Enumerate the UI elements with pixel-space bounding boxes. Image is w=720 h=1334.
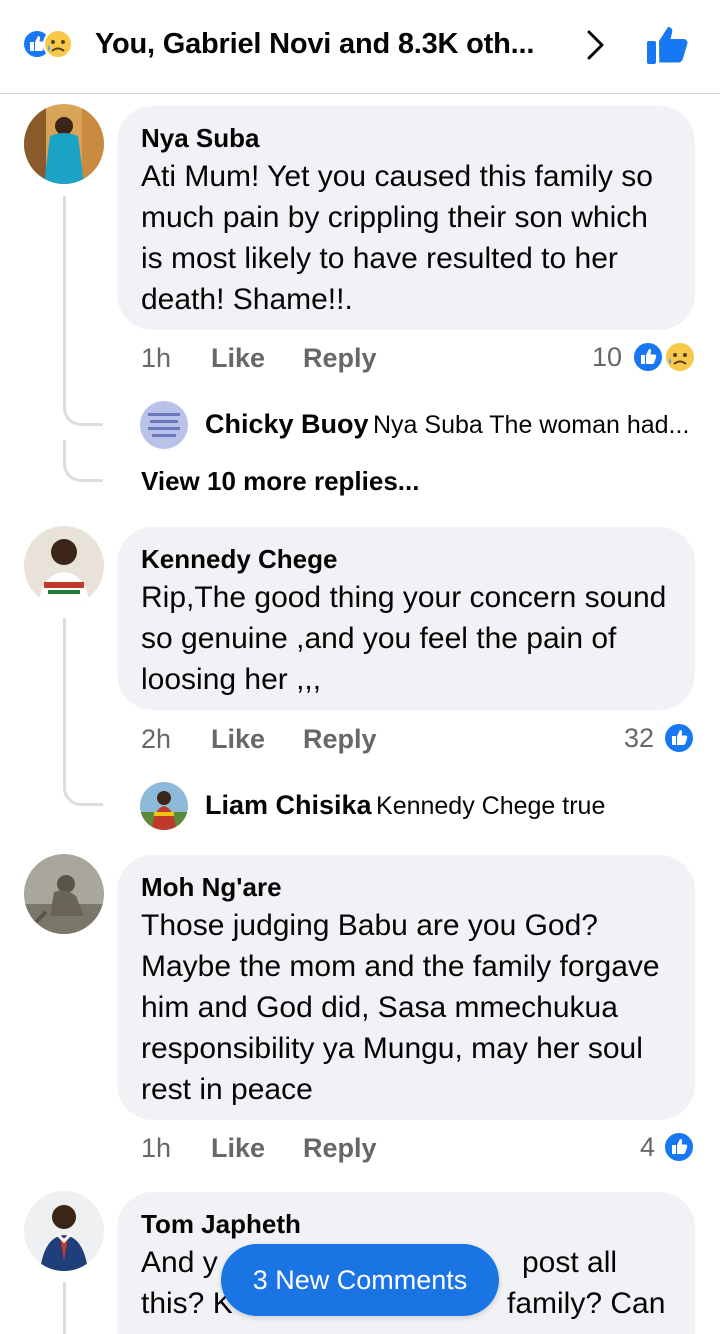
like-link[interactable]: Like: [211, 724, 265, 755]
comment-reactions[interactable]: [662, 721, 696, 755]
reaction-count[interactable]: 32: [624, 723, 654, 754]
reply-text: Nya Suba The woman had...: [373, 411, 690, 439]
comment-bubble[interactable]: Nya Suba Ati Mum! Yet you caused this fa…: [117, 106, 695, 330]
comment-time: 1h: [141, 1133, 172, 1163]
like-icon: [663, 1131, 695, 1163]
reply-link[interactable]: Reply: [303, 343, 377, 374]
reactions-header[interactable]: You, Gabriel Novi and 8.3K oth...: [0, 0, 720, 94]
comment-time: 1h: [141, 343, 172, 373]
thread-connector: [63, 440, 103, 482]
like-button-icon[interactable]: [645, 24, 691, 66]
comment-text: Those judging Babu are you God? Maybe th…: [141, 909, 660, 1106]
reply-preview[interactable]: Chicky Buoy Nya Suba The woman had...: [205, 409, 689, 440]
reply-text: Kennedy Chege true: [376, 792, 606, 820]
comment-bubble[interactable]: Kennedy Chege Rip,The good thing your co…: [117, 527, 695, 710]
thread-connector: [63, 396, 103, 426]
avatar-liam-chisika[interactable]: [140, 782, 188, 830]
comment-bubble[interactable]: Moh Ng'are Those judging Babu are you Go…: [117, 855, 695, 1120]
avatar-moh-ngare[interactable]: [24, 854, 104, 934]
reply-author[interactable]: Liam Chisika: [205, 790, 372, 820]
avatar-tom-japheth[interactable]: [24, 1191, 104, 1271]
reply-link[interactable]: Reply: [303, 1133, 377, 1164]
thread-line: [63, 196, 66, 401]
avatar-chicky-buoy[interactable]: [140, 401, 188, 449]
comment-author[interactable]: Tom Japheth: [141, 1208, 671, 1240]
view-more-replies[interactable]: View 10 more replies...: [141, 466, 419, 497]
reply-link[interactable]: Reply: [303, 724, 377, 755]
comment-reactions[interactable]: [662, 1130, 696, 1164]
sad-icon: [43, 29, 73, 59]
sad-icon: [664, 341, 696, 373]
chevron-right-icon[interactable]: [584, 28, 608, 62]
thread-connector: [63, 776, 103, 806]
avatar-kennedy-chege[interactable]: [24, 526, 104, 606]
comment-reactions[interactable]: [632, 340, 698, 374]
reply-author[interactable]: Chicky Buoy: [205, 409, 369, 439]
comment-time: 2h: [141, 724, 172, 754]
avatar-nya-suba[interactable]: [24, 104, 104, 184]
comment-text: Ati Mum! Yet you caused this family so m…: [141, 160, 653, 316]
comment-author[interactable]: Kennedy Chege: [141, 543, 671, 575]
comment-author[interactable]: Moh Ng'are: [141, 871, 671, 903]
reaction-count[interactable]: 4: [640, 1132, 655, 1163]
like-icon: [663, 722, 695, 754]
comment-author[interactable]: Nya Suba: [141, 122, 671, 154]
reactions-summary[interactable]: You, Gabriel Novi and 8.3K oth...: [95, 28, 534, 61]
reply-preview[interactable]: Liam Chisika Kennedy Chege true: [205, 790, 605, 821]
thread-line: [63, 1282, 66, 1334]
like-icon: [632, 341, 664, 373]
reaction-icons: [22, 29, 73, 59]
new-comments-button[interactable]: 3 New Comments: [221, 1244, 499, 1316]
reaction-count[interactable]: 10: [592, 342, 622, 373]
comment-text: Rip,The good thing your concern sound so…: [141, 581, 667, 696]
like-link[interactable]: Like: [211, 343, 265, 374]
like-link[interactable]: Like: [211, 1133, 265, 1164]
thread-line: [63, 618, 66, 783]
